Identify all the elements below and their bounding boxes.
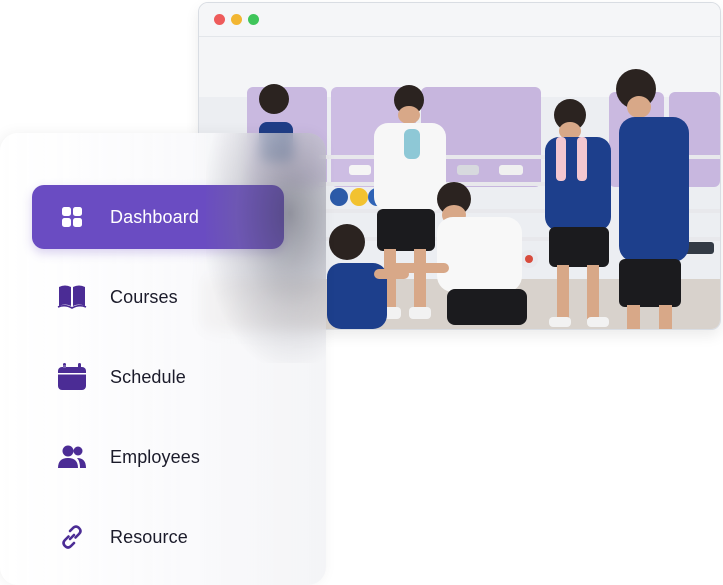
sidebar-item-label: Courses: [110, 286, 178, 307]
sidebar-item-label: Employees: [110, 446, 200, 467]
minimize-window-button[interactable]: [231, 14, 242, 25]
sidebar-item-label: Schedule: [110, 366, 186, 387]
link-icon: [57, 522, 87, 552]
sidebar-item-label: Dashboard: [110, 206, 199, 227]
sidebar-item-resource[interactable]: Resource: [32, 505, 284, 569]
sidebar-item-dashboard[interactable]: Dashboard: [32, 185, 284, 249]
sidebar-nav: Dashboard Courses Schedule Employees Res…: [0, 133, 326, 585]
users-icon: [57, 442, 87, 472]
sidebar-item-courses[interactable]: Courses: [32, 265, 284, 329]
grid-icon: [57, 202, 87, 232]
book-icon: [57, 282, 87, 312]
window-title-bar: [199, 3, 720, 37]
calendar-icon: [57, 362, 87, 392]
close-window-button[interactable]: [214, 14, 225, 25]
sidebar-item-label: Resource: [110, 526, 188, 547]
maximize-window-button[interactable]: [248, 14, 259, 25]
sidebar-item-employees[interactable]: Employees: [32, 425, 284, 489]
sidebar-item-schedule[interactable]: Schedule: [32, 345, 284, 409]
